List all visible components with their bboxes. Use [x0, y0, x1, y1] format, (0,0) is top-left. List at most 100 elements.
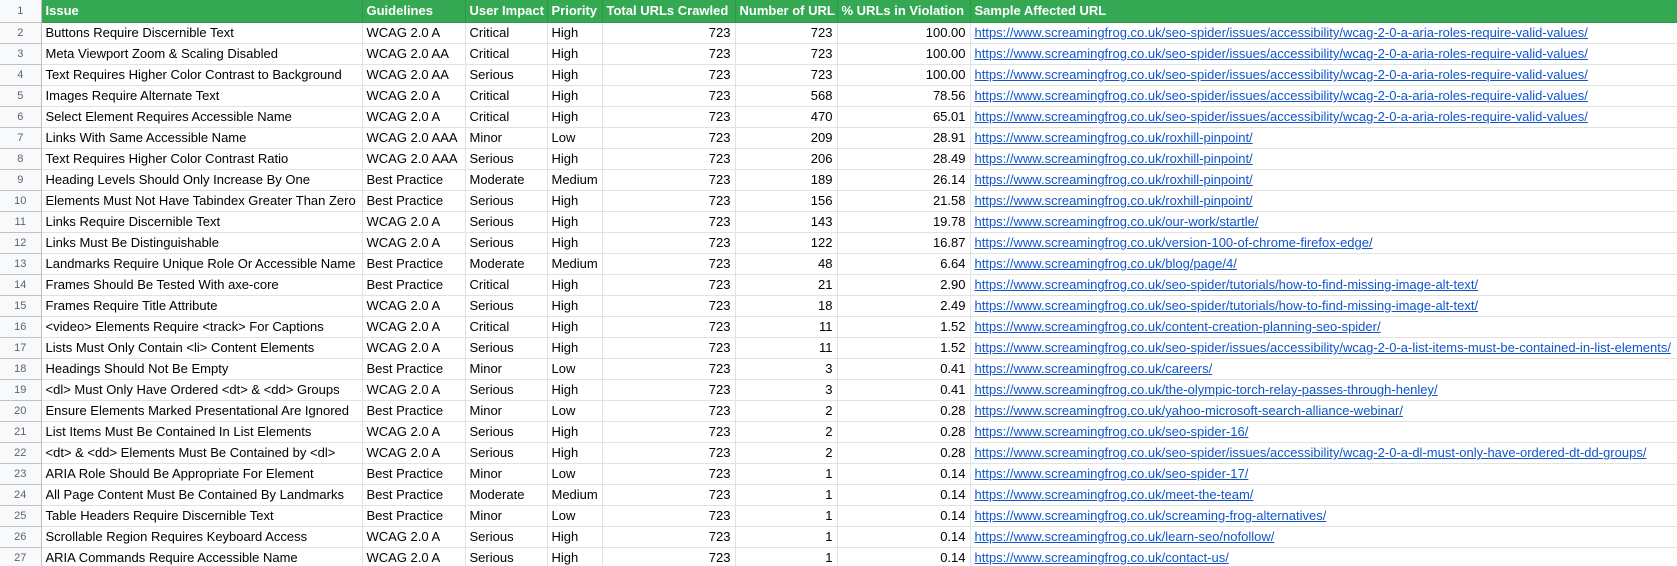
- pct-urls-in-violation-cell[interactable]: 65.01: [837, 106, 971, 128]
- pct-urls-in-violation-cell[interactable]: 19.78: [837, 211, 971, 233]
- pct-urls-in-violation-cell[interactable]: 78.56: [837, 85, 971, 107]
- pct-urls-in-violation-cell[interactable]: 2.49: [837, 295, 971, 317]
- pct-urls-in-violation-cell[interactable]: 1.52: [837, 316, 971, 338]
- user-impact-cell[interactable]: Minor: [465, 505, 548, 527]
- row-number[interactable]: 18: [0, 358, 42, 380]
- issue-cell[interactable]: Links Must Be Distinguishable: [41, 232, 363, 254]
- guidelines-cell[interactable]: WCAG 2.0 AAA: [362, 127, 466, 149]
- issue-cell[interactable]: Ensure Elements Marked Presentational Ar…: [41, 400, 363, 422]
- number-of-url-cell[interactable]: 11: [735, 337, 838, 359]
- row-number[interactable]: 24: [0, 484, 42, 506]
- user-impact-cell[interactable]: Minor: [465, 463, 548, 485]
- number-of-url-cell[interactable]: 723: [735, 64, 838, 86]
- pct-urls-in-violation-cell[interactable]: 28.91: [837, 127, 971, 149]
- issue-cell[interactable]: Buttons Require Discernible Text: [41, 22, 363, 44]
- issue-cell[interactable]: Text Requires Higher Color Contrast to B…: [41, 64, 363, 86]
- guidelines-cell[interactable]: Best Practice: [362, 505, 466, 527]
- total-urls-crawled-cell[interactable]: 723: [602, 484, 736, 506]
- user-impact-cell[interactable]: Serious: [465, 421, 548, 443]
- sample-affected-url-link[interactable]: https://www.screamingfrog.co.uk/seo-spid…: [970, 463, 1677, 485]
- priority-cell[interactable]: High: [547, 295, 603, 317]
- row-number[interactable]: 14: [0, 274, 42, 296]
- user-impact-cell[interactable]: Critical: [465, 22, 548, 44]
- sample-affected-url-link[interactable]: https://www.screamingfrog.co.uk/roxhill-…: [970, 190, 1677, 212]
- user-impact-cell[interactable]: Minor: [465, 127, 548, 149]
- row-number[interactable]: 20: [0, 400, 42, 422]
- column-header-user-impact[interactable]: User Impact: [465, 0, 548, 23]
- user-impact-cell[interactable]: Serious: [465, 442, 548, 464]
- pct-urls-in-violation-cell[interactable]: 0.14: [837, 463, 971, 485]
- issue-cell[interactable]: List Items Must Be Contained In List Ele…: [41, 421, 363, 443]
- row-number[interactable]: 19: [0, 379, 42, 401]
- pct-urls-in-violation-cell[interactable]: 26.14: [837, 169, 971, 191]
- user-impact-cell[interactable]: Serious: [465, 379, 548, 401]
- user-impact-cell[interactable]: Critical: [465, 106, 548, 128]
- sample-affected-url-link[interactable]: https://www.screamingfrog.co.uk/seo-spid…: [970, 421, 1677, 443]
- number-of-url-cell[interactable]: 48: [735, 253, 838, 275]
- total-urls-crawled-cell[interactable]: 723: [602, 127, 736, 149]
- issue-cell[interactable]: Headings Should Not Be Empty: [41, 358, 363, 380]
- number-of-url-cell[interactable]: 1: [735, 505, 838, 527]
- column-header-guidelines[interactable]: Guidelines: [362, 0, 466, 23]
- issue-cell[interactable]: ARIA Role Should Be Appropriate For Elem…: [41, 463, 363, 485]
- sample-affected-url-link[interactable]: https://www.screamingfrog.co.uk/seo-spid…: [970, 337, 1677, 359]
- number-of-url-cell[interactable]: 156: [735, 190, 838, 212]
- total-urls-crawled-cell[interactable]: 723: [602, 274, 736, 296]
- sample-affected-url-link[interactable]: https://www.screamingfrog.co.uk/careers/: [970, 358, 1677, 380]
- pct-urls-in-violation-cell[interactable]: 0.14: [837, 484, 971, 506]
- total-urls-crawled-cell[interactable]: 723: [602, 295, 736, 317]
- guidelines-cell[interactable]: WCAG 2.0 AA: [362, 43, 466, 65]
- user-impact-cell[interactable]: Critical: [465, 85, 548, 107]
- priority-cell[interactable]: Medium: [547, 253, 603, 275]
- user-impact-cell[interactable]: Serious: [465, 526, 548, 548]
- priority-cell[interactable]: High: [547, 337, 603, 359]
- total-urls-crawled-cell[interactable]: 723: [602, 547, 736, 566]
- total-urls-crawled-cell[interactable]: 723: [602, 85, 736, 107]
- issue-cell[interactable]: Meta Viewport Zoom & Scaling Disabled: [41, 43, 363, 65]
- pct-urls-in-violation-cell[interactable]: 0.14: [837, 526, 971, 548]
- priority-cell[interactable]: High: [547, 43, 603, 65]
- issue-cell[interactable]: Heading Levels Should Only Increase By O…: [41, 169, 363, 191]
- issue-cell[interactable]: Elements Must Not Have Tabindex Greater …: [41, 190, 363, 212]
- pct-urls-in-violation-cell[interactable]: 0.28: [837, 442, 971, 464]
- number-of-url-cell[interactable]: 2: [735, 421, 838, 443]
- guidelines-cell[interactable]: WCAG 2.0 AAA: [362, 148, 466, 170]
- sample-affected-url-link[interactable]: https://www.screamingfrog.co.uk/seo-spid…: [970, 295, 1677, 317]
- issue-cell[interactable]: Table Headers Require Discernible Text: [41, 505, 363, 527]
- column-header-pct-urls-in-violation[interactable]: % URLs in Violation: [837, 0, 971, 23]
- total-urls-crawled-cell[interactable]: 723: [602, 400, 736, 422]
- issue-cell[interactable]: Frames Require Title Attribute: [41, 295, 363, 317]
- sample-affected-url-link[interactable]: https://www.screamingfrog.co.uk/seo-spid…: [970, 22, 1677, 44]
- priority-cell[interactable]: High: [547, 442, 603, 464]
- total-urls-crawled-cell[interactable]: 723: [602, 337, 736, 359]
- sample-affected-url-link[interactable]: https://www.screamingfrog.co.uk/contact-…: [970, 547, 1677, 566]
- number-of-url-cell[interactable]: 189: [735, 169, 838, 191]
- pct-urls-in-violation-cell[interactable]: 100.00: [837, 43, 971, 65]
- spreadsheet-grid[interactable]: 1 Issue Guidelines User Impact Priority …: [0, 0, 1677, 566]
- pct-urls-in-violation-cell[interactable]: 0.28: [837, 400, 971, 422]
- priority-cell[interactable]: High: [547, 547, 603, 566]
- guidelines-cell[interactable]: WCAG 2.0 A: [362, 547, 466, 566]
- issue-cell[interactable]: <dl> Must Only Have Ordered <dt> & <dd> …: [41, 379, 363, 401]
- user-impact-cell[interactable]: Moderate: [465, 253, 548, 275]
- user-impact-cell[interactable]: Serious: [465, 190, 548, 212]
- priority-cell[interactable]: High: [547, 64, 603, 86]
- guidelines-cell[interactable]: WCAG 2.0 AA: [362, 64, 466, 86]
- pct-urls-in-violation-cell[interactable]: 0.14: [837, 547, 971, 566]
- row-number[interactable]: 2: [0, 22, 42, 44]
- total-urls-crawled-cell[interactable]: 723: [602, 148, 736, 170]
- total-urls-crawled-cell[interactable]: 723: [602, 463, 736, 485]
- pct-urls-in-violation-cell[interactable]: 0.14: [837, 505, 971, 527]
- number-of-url-cell[interactable]: 3: [735, 379, 838, 401]
- guidelines-cell[interactable]: WCAG 2.0 A: [362, 211, 466, 233]
- sample-affected-url-link[interactable]: https://www.screamingfrog.co.uk/roxhill-…: [970, 148, 1677, 170]
- priority-cell[interactable]: Low: [547, 127, 603, 149]
- number-of-url-cell[interactable]: 11: [735, 316, 838, 338]
- row-number[interactable]: 5: [0, 85, 42, 107]
- number-of-url-cell[interactable]: 470: [735, 106, 838, 128]
- issue-cell[interactable]: Links Require Discernible Text: [41, 211, 363, 233]
- total-urls-crawled-cell[interactable]: 723: [602, 358, 736, 380]
- user-impact-cell[interactable]: Serious: [465, 64, 548, 86]
- row-number[interactable]: 4: [0, 64, 42, 86]
- number-of-url-cell[interactable]: 143: [735, 211, 838, 233]
